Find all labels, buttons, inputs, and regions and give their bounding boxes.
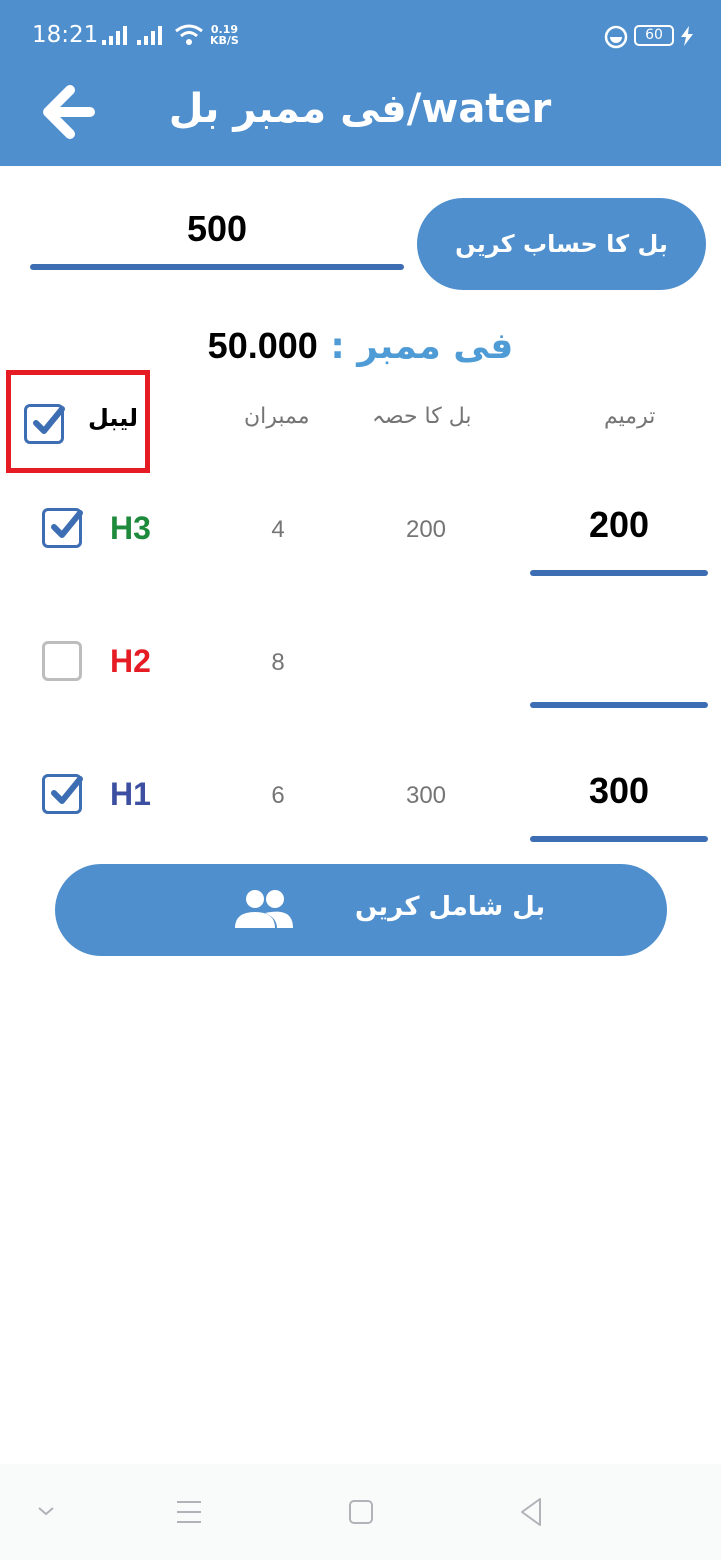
column-header-members: ممبران <box>244 404 310 429</box>
row-members-h1: 6 <box>271 782 285 809</box>
wifi-icon <box>175 24 203 45</box>
input-underline <box>30 264 404 270</box>
cell-signal-icon <box>137 26 162 45</box>
data-saver-icon <box>604 25 628 49</box>
check-icon <box>51 510 83 538</box>
row-checkbox-h1[interactable] <box>42 774 83 814</box>
row-share-h1: 300 <box>405 782 447 809</box>
add-bill-label: بل شامل کریں <box>355 892 546 922</box>
total-bill-input[interactable]: 500 <box>30 200 404 270</box>
menu-icon[interactable] <box>176 1494 202 1530</box>
total-bill-value: 500 <box>186 208 248 249</box>
check-icon <box>33 406 65 434</box>
check-icon <box>51 776 83 804</box>
per-member-value: 50.000 <box>207 325 318 366</box>
row-label-h2: H2 <box>110 643 151 679</box>
system-nav-bar <box>0 1464 721 1560</box>
home-square-icon[interactable] <box>348 1494 374 1530</box>
adjust-input-h2[interactable] <box>530 636 708 708</box>
column-header-adjust: ترمیم <box>604 404 656 429</box>
page-title: فی ممبر بل/water <box>168 86 552 132</box>
adjust-input-h3[interactable]: 200 <box>530 504 708 576</box>
cell-signal-icon <box>102 26 127 45</box>
adjust-input-h1[interactable]: 300 <box>530 770 708 842</box>
column-header-label: لیبل <box>88 404 139 432</box>
add-bill-button[interactable]: بل شامل کریں <box>55 864 667 956</box>
app-bar: 18:21 0.19 KB/S 60 فی ممبر بل/water <box>0 0 721 166</box>
row-checkbox-h2[interactable] <box>42 641 82 681</box>
charging-icon <box>681 26 693 46</box>
speed-unit: KB/S <box>210 34 239 47</box>
row-members-h3: 4 <box>271 516 285 543</box>
arrow-left-icon[interactable] <box>40 84 96 140</box>
input-underline <box>530 702 708 708</box>
status-time: 18:21 <box>32 22 99 48</box>
select-all-checkbox[interactable] <box>24 404 65 444</box>
per-member-summary: فی ممبر : 50.000 <box>0 325 721 367</box>
column-header-share: بل کا حصہ <box>372 404 472 429</box>
input-underline <box>530 570 708 576</box>
chevron-down-icon[interactable] <box>36 1494 56 1530</box>
people-icon <box>235 890 293 928</box>
adjust-value-h1: 300 <box>588 770 650 811</box>
battery-icon: 60 <box>634 25 674 46</box>
calculate-bill-button[interactable]: بل کا حساب کریں <box>417 198 706 290</box>
row-members-h2: 8 <box>271 649 285 676</box>
per-member-label: فی ممبر : <box>330 326 514 367</box>
back-triangle-icon[interactable] <box>518 1494 544 1530</box>
status-bar: 18:21 0.19 KB/S 60 <box>0 0 721 72</box>
row-label-h1: H1 <box>110 776 151 812</box>
row-label-h3: H3 <box>110 510 151 546</box>
app-root: 18:21 0.19 KB/S 60 فی ممبر بل/water 500 … <box>0 0 721 1560</box>
row-checkbox-h3[interactable] <box>42 508 83 548</box>
adjust-value-h3: 200 <box>588 504 650 545</box>
row-share-h3: 200 <box>405 516 447 543</box>
input-underline <box>530 836 708 842</box>
network-speed: 0.19 KB/S <box>210 24 239 46</box>
